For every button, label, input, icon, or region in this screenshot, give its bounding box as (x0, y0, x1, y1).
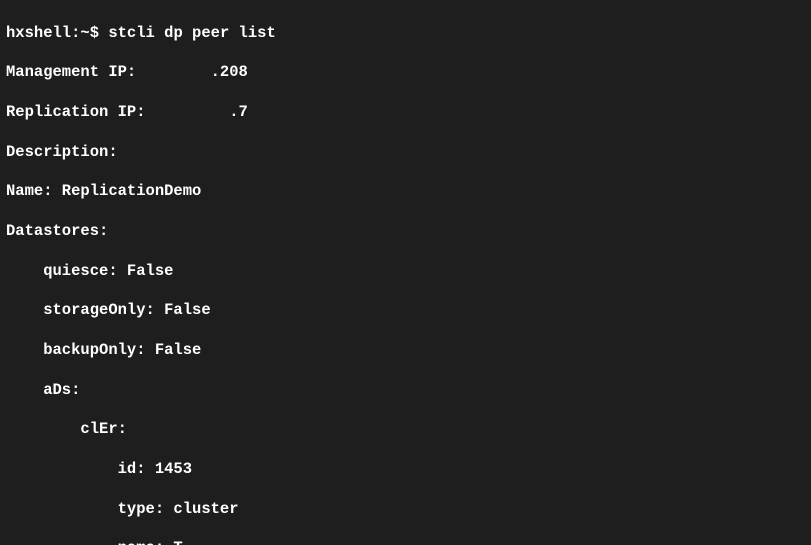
command-text: stcli dp peer list (108, 24, 275, 42)
output-line: Name: ReplicationDemo (6, 182, 805, 202)
output-line: name: T (6, 539, 805, 545)
output-line: Datastores: (6, 222, 805, 242)
output-line: Description: (6, 143, 805, 163)
terminal-output[interactable]: hxshell:~$ stcli dp peer list Management… (0, 0, 811, 545)
output-line: aDs: (6, 381, 805, 401)
output-line: quiesce: False (6, 262, 805, 282)
output-line: clEr: (6, 420, 805, 440)
output-line: Replication IP: .7 (6, 103, 805, 123)
prompt: hxshell:~$ (6, 24, 108, 42)
output-line: type: cluster (6, 500, 805, 520)
output-line: Management IP: .208 (6, 63, 805, 83)
output-line: storageOnly: False (6, 301, 805, 321)
output-line: id: 1453 (6, 460, 805, 480)
output-line: backupOnly: False (6, 341, 805, 361)
